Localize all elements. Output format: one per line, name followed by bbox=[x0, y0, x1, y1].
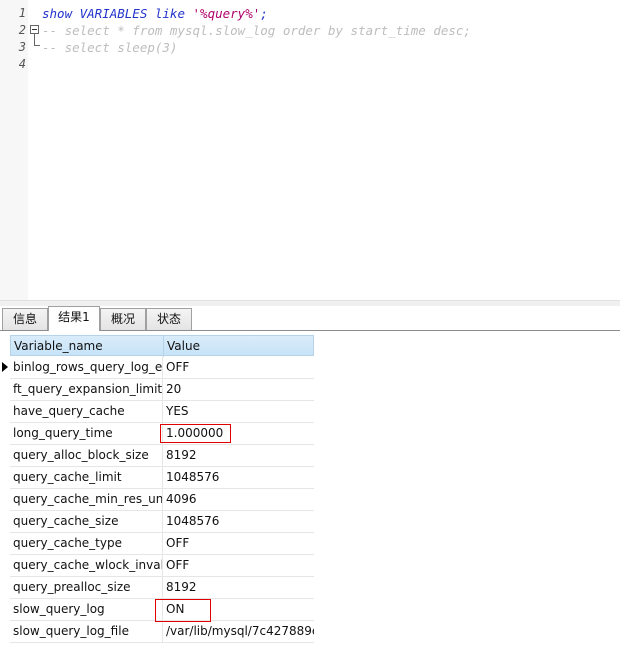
table-row[interactable]: binlog_rows_query_log_eventsOFF bbox=[10, 357, 314, 379]
line-number: 2 bbox=[18, 23, 26, 37]
current-row-pointer-icon bbox=[2, 362, 8, 372]
column-header-variable-name[interactable]: Variable_name bbox=[11, 336, 163, 357]
table-row[interactable]: query_cache_type OFF bbox=[10, 533, 314, 555]
code-line-2: -- select * from mysql.slow_log order by… bbox=[42, 23, 471, 38]
variable-name-cell[interactable]: query_cache_limit bbox=[10, 467, 162, 488]
value-cell[interactable]: 8192 bbox=[162, 445, 314, 466]
variable-name-cell[interactable]: slow_query_log_file bbox=[10, 621, 162, 642]
variable-name-cell[interactable]: query_cache_size bbox=[10, 511, 162, 532]
value-cell[interactable]: OFF bbox=[162, 357, 314, 378]
variable-name-cell[interactable]: query_alloc_block_size bbox=[10, 445, 162, 466]
table-row[interactable]: query_cache_limit 1048576 bbox=[10, 467, 314, 489]
value-cell[interactable]: OFF bbox=[162, 555, 314, 576]
value-cell[interactable]: 4096 bbox=[162, 489, 314, 510]
line-number: 3 bbox=[18, 40, 26, 54]
code-line-1: show VARIABLES like '%query%'; bbox=[42, 5, 268, 22]
fold-guide-end bbox=[34, 45, 40, 46]
value-cell[interactable]: 20 bbox=[162, 379, 314, 400]
value-cell[interactable]: 1048576 bbox=[162, 467, 314, 488]
line-number: 4 bbox=[18, 57, 26, 71]
sql-keyword: show VARIABLES like bbox=[42, 6, 193, 21]
variable-name-cell[interactable]: have_query_cache bbox=[10, 401, 162, 422]
result-tab-bar: 信息 结果1 概况 状态 bbox=[0, 306, 620, 331]
table-row[interactable]: slow_query_log_file/var/lib/mysql/7c4278… bbox=[10, 621, 314, 643]
highlight-box-long-query-time bbox=[160, 424, 231, 443]
value-cell[interactable]: OFF bbox=[162, 533, 314, 554]
variable-name-cell[interactable]: binlog_rows_query_log_events bbox=[10, 357, 162, 378]
tab-result-1[interactable]: 结果1 bbox=[48, 306, 100, 331]
variable-name-cell[interactable]: long_query_time bbox=[10, 423, 162, 444]
line-number: 1 bbox=[18, 6, 26, 20]
sql-semicolon: ; bbox=[260, 6, 268, 21]
variable-name-cell[interactable]: query_cache_min_res_unit bbox=[10, 489, 162, 510]
table-row[interactable]: have_query_cache YES bbox=[10, 401, 314, 423]
fold-guide-line bbox=[34, 34, 35, 45]
sql-string: '%query%' bbox=[192, 6, 261, 21]
variable-name-cell[interactable]: ft_query_expansion_limit bbox=[10, 379, 162, 400]
variable-name-cell[interactable]: slow_query_log bbox=[10, 599, 162, 620]
fold-toggle-icon[interactable] bbox=[30, 25, 39, 34]
table-row[interactable]: ft_query_expansion_limit 20 bbox=[10, 379, 314, 401]
value-cell[interactable]: 1048576 bbox=[162, 511, 314, 532]
variable-name-cell[interactable]: query_prealloc_size bbox=[10, 577, 162, 598]
table-row[interactable]: query_prealloc_size 8192 bbox=[10, 577, 314, 599]
sql-editor[interactable]: 1 2 3 4 show VARIABLES like '%query%'; -… bbox=[0, 0, 620, 300]
tab-status[interactable]: 状态 bbox=[146, 308, 192, 330]
value-cell[interactable]: YES bbox=[162, 401, 314, 422]
value-cell[interactable]: /var/lib/mysql/7c427889e bbox=[162, 621, 314, 642]
tab-info[interactable]: 信息 bbox=[2, 308, 48, 330]
table-row[interactable]: query_alloc_block_size 8192 bbox=[10, 445, 314, 467]
code-line-3: -- select sleep(3) bbox=[42, 40, 178, 55]
table-row[interactable]: query_cache_min_res_unit 4096 bbox=[10, 489, 314, 511]
variable-name-cell[interactable]: query_cache_wlock_invalidate bbox=[10, 555, 162, 576]
variable-name-cell[interactable]: query_cache_type bbox=[10, 533, 162, 554]
grid-header: Variable_name Value bbox=[10, 335, 315, 357]
table-row[interactable]: query_cache_wlock_invalidateOFF bbox=[10, 555, 314, 577]
table-row[interactable]: query_cache_size 1048576 bbox=[10, 511, 314, 533]
value-cell[interactable]: 8192 bbox=[162, 577, 314, 598]
highlight-box-slow-query-log bbox=[155, 599, 211, 622]
column-header-value[interactable]: Value bbox=[163, 336, 315, 357]
tab-profile[interactable]: 概况 bbox=[100, 308, 146, 330]
